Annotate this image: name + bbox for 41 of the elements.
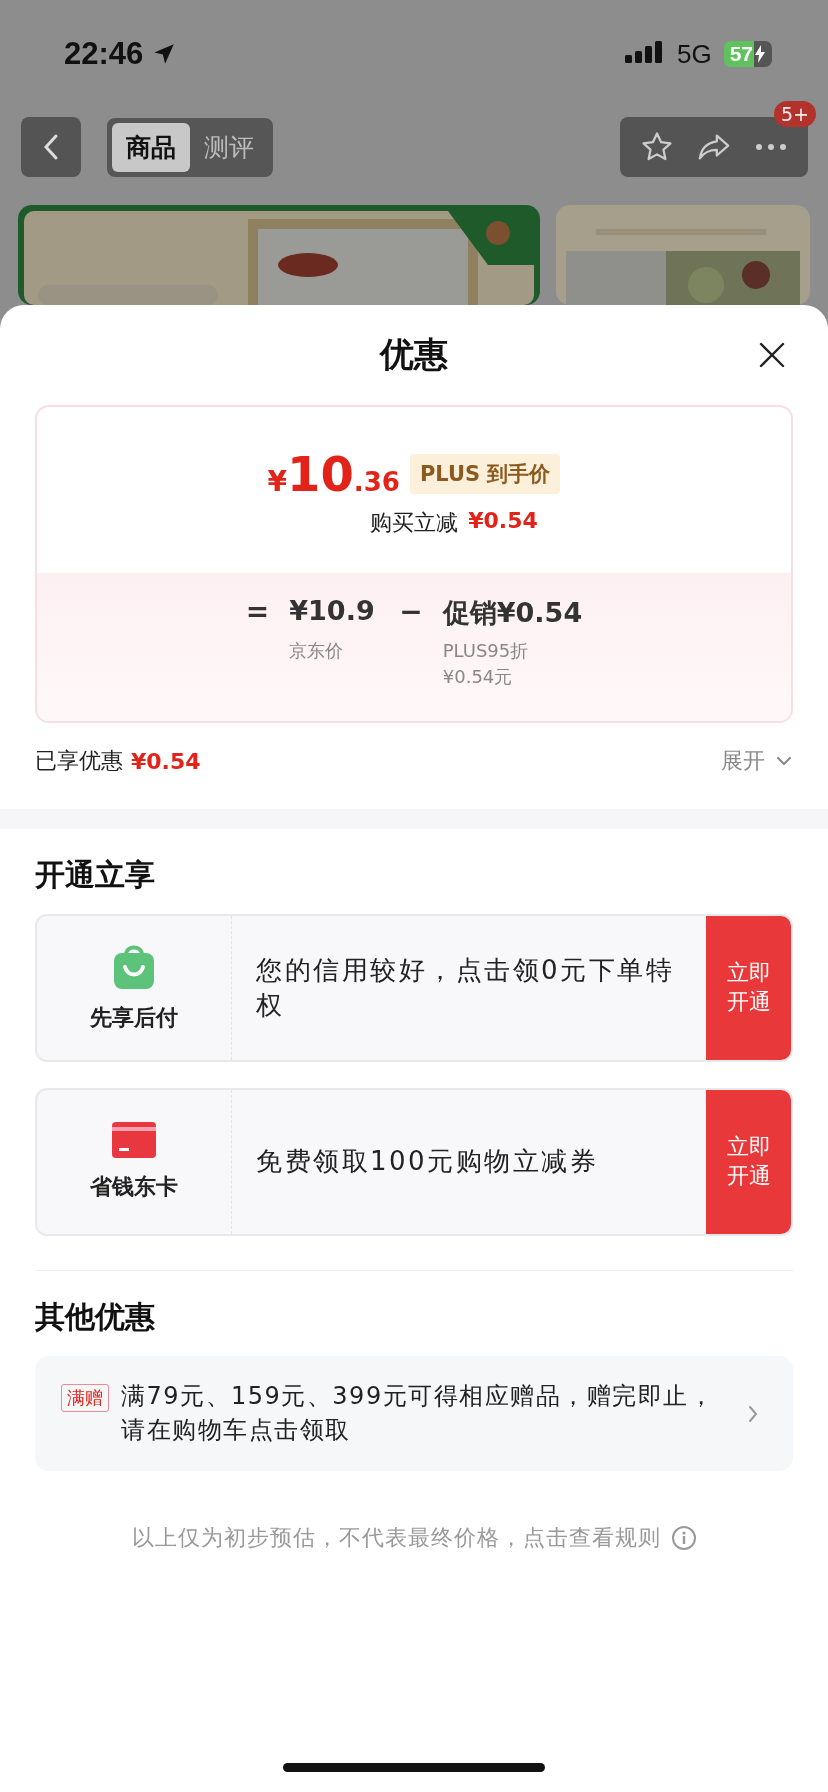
disclaimer-text: 以上仅为初步预估，不代表最终价格，点击查看规则: [131, 1524, 661, 1553]
promotion-text: 满79元、159元、399元可得相应赠品，赠完即止，请在购物车点击领取: [121, 1381, 716, 1446]
reduction-value: ¥0.54: [468, 508, 538, 535]
network-label: 5G: [676, 38, 712, 70]
base-price-label: 京东价: [289, 639, 345, 663]
back-button[interactable]: [21, 117, 81, 177]
equals-sign: =: [245, 595, 270, 630]
promo-detail: ¥0.54元: [442, 665, 514, 689]
section-title: 其他优惠: [34, 1298, 156, 1336]
sheet-title: 优惠: [380, 333, 448, 376]
status-time: 22:46: [64, 36, 144, 72]
activate-button[interactable]: 立即开通: [706, 1090, 791, 1234]
enjoyed-label: 已享优惠: [35, 747, 123, 775]
offer-description: 您的信用较好，点击领0元下单特权: [255, 953, 676, 1022]
promotion-row[interactable]: 满赠 满79元、159元、399元可得相应赠品，赠完即止，请在购物车点击领取: [35, 1356, 793, 1472]
offer-description: 免费领取100元购物立减券: [255, 1145, 600, 1179]
chevron-right-icon: [747, 1403, 759, 1424]
section-title: 开通立享: [34, 856, 156, 894]
promo-amount: 促销¥0.54: [442, 596, 583, 630]
battery-indicator: 57: [723, 41, 772, 67]
offer-name: 先享后付: [90, 1004, 178, 1032]
price-tag: PLUS 到手价: [409, 454, 561, 494]
expand-button[interactable]: 展开: [721, 746, 793, 776]
reduction-label: 购买立减: [370, 509, 459, 537]
promotion-tag: 满赠: [61, 1384, 109, 1412]
minus-sign: −: [399, 595, 423, 630]
notification-badge: 5+: [774, 101, 816, 127]
base-price: ¥10.9: [289, 595, 376, 628]
tab[interactable]: 测评: [190, 122, 268, 172]
chevron-down-icon: [775, 755, 793, 767]
activate-button[interactable]: 立即开通: [706, 916, 791, 1060]
card-icon: [112, 1122, 156, 1158]
more-icon[interactable]: [754, 142, 788, 152]
final-price: ¥10.36: [267, 446, 400, 502]
info-icon[interactable]: [670, 1525, 697, 1552]
promo-detail: PLUS95折: [442, 639, 530, 663]
enjoyed-value: ¥0.54: [131, 748, 201, 774]
offer-name: 省钱东卡: [90, 1173, 178, 1201]
shopping-bag-icon: [112, 943, 156, 989]
tab[interactable]: 商品: [112, 122, 190, 172]
close-icon[interactable]: [758, 341, 786, 369]
